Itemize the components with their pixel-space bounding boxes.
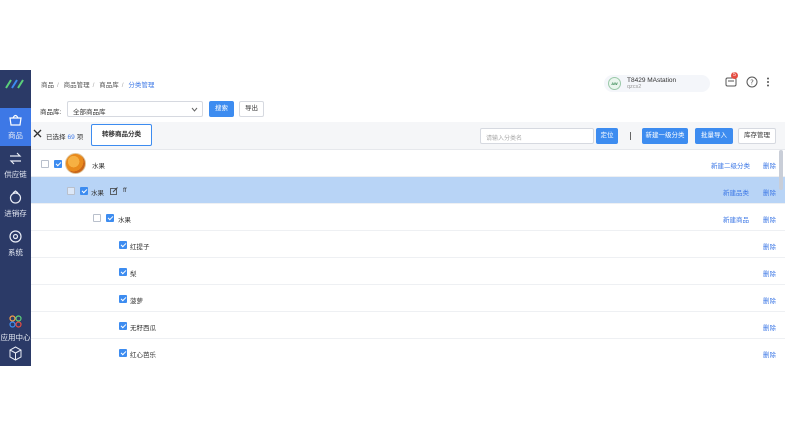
breadcrumb-item[interactable]: 商品管理 <box>64 82 90 89</box>
svg-text:?: ? <box>750 79 754 87</box>
app-center-icon <box>9 315 22 328</box>
edit-icon[interactable] <box>110 187 118 195</box>
inventory-icon <box>9 190 22 204</box>
top-header: 商品 / 商品管理 / 商品库 / 分类管理 AW T8429 MAstation q… <box>31 70 785 96</box>
category-extra: ff <box>123 187 127 194</box>
sidebar-item-label: 供应链 <box>4 170 27 179</box>
new-top-category-button[interactable]: 新建一级分类 <box>642 128 688 144</box>
bulk-action-bar: 已选择 69 项 转移商品分类 请输入分类名 定位 新建一级分类 批量导入 库存管理 <box>31 122 785 150</box>
breadcrumb-item[interactable]: 商品 <box>41 82 54 89</box>
goods-name: 梨 <box>130 271 137 278</box>
delete-link[interactable]: 删除 <box>763 349 776 359</box>
table-row[interactable]: 无籽西瓜 删除 <box>31 312 785 339</box>
category-name: 水果 <box>118 217 131 224</box>
user-sub: qzcs2 <box>627 84 642 90</box>
stock-manage-button[interactable]: 库存管理 <box>738 128 776 144</box>
sidebar-item-label: 进销存 <box>4 209 27 218</box>
batch-import-button[interactable]: 批量导入 <box>695 128 733 144</box>
move-category-button[interactable]: 转移商品分类 <box>91 124 152 146</box>
delete-link[interactable]: 删除 <box>763 268 776 278</box>
sidebar: 商品 供应链 进销存 系统 应用中心 <box>0 70 31 366</box>
category-name: 水果 <box>92 163 105 170</box>
help-icon[interactable]: ? <box>746 76 758 88</box>
locate-button[interactable]: 定位 <box>596 128 618 144</box>
new-category-link[interactable]: 新建品类 <box>723 187 749 197</box>
divider <box>630 132 631 140</box>
table-row[interactable]: 菠萝 删除 <box>31 285 785 312</box>
filter-bar: 商品库: 全部商品库 搜索 导出 <box>31 98 785 120</box>
gear-icon <box>9 230 22 243</box>
supply-chain-icon <box>9 152 22 165</box>
table-row[interactable]: 梨 删除 <box>31 258 785 285</box>
row-checkbox-checked[interactable] <box>119 322 127 330</box>
basket-icon <box>9 114 22 126</box>
sidebar-item-inventory[interactable]: 进销存 <box>0 186 31 224</box>
category-thumbnail <box>65 153 86 174</box>
row-checkbox-checked[interactable] <box>54 160 62 168</box>
goods-name: 无籽西瓜 <box>130 325 156 332</box>
breadcrumb: 商品 / 商品管理 / 商品库 / 分类管理 <box>41 82 155 89</box>
row-checkbox-checked[interactable] <box>80 187 88 195</box>
delete-link[interactable]: 删除 <box>763 187 776 197</box>
more-options-icon[interactable] <box>762 76 774 88</box>
row-checkbox-checked[interactable] <box>119 241 127 249</box>
row-checkbox[interactable] <box>93 214 101 222</box>
library-select[interactable]: 全部商品库 <box>67 101 203 117</box>
close-icon[interactable] <box>33 129 42 138</box>
library-select-value: 全部商品库 <box>73 109 106 116</box>
table-row[interactable]: 水果 新建二级分类 删除 <box>31 150 785 177</box>
breadcrumb-current: 分类管理 <box>128 82 155 89</box>
row-checkbox-checked[interactable] <box>106 214 114 222</box>
user-name: T8429 MAstation <box>627 77 677 84</box>
user-switcher[interactable]: AW T8429 MAstation qzcs2 <box>604 75 710 92</box>
delete-link[interactable]: 删除 <box>763 214 776 224</box>
sidebar-item-goods[interactable]: 商品 <box>0 108 31 146</box>
row-checkbox-checked[interactable] <box>119 268 127 276</box>
search-button[interactable]: 搜索 <box>209 101 234 117</box>
goods-name: 红心芭乐 <box>130 352 156 359</box>
sidebar-item-cube[interactable] <box>0 342 31 366</box>
selected-count: 已选择 69 项 <box>46 134 84 141</box>
row-checkbox-checked[interactable] <box>119 295 127 303</box>
table-row[interactable]: 红心芭乐 删除 <box>31 339 785 366</box>
delete-link[interactable]: 删除 <box>763 322 776 332</box>
app-window: 商品 供应链 进销存 系统 应用中心 商品 / 商品管理 / 商品库 / 分类管… <box>0 70 785 366</box>
row-checkbox-checked[interactable] <box>119 349 127 357</box>
notification-badge: 5 <box>731 72 738 79</box>
goods-name: 菠萝 <box>130 298 143 305</box>
chevron-down-icon <box>191 107 198 112</box>
row-checkbox[interactable] <box>67 187 75 195</box>
sidebar-item-supply-chain[interactable]: 供应链 <box>0 147 31 185</box>
delete-link[interactable]: 删除 <box>763 295 776 305</box>
cube-icon <box>9 346 22 361</box>
library-label: 商品库: <box>40 109 62 116</box>
breadcrumb-item[interactable]: 商品库 <box>99 82 119 89</box>
table-row[interactable]: 水果 新建商品 删除 <box>31 204 785 231</box>
table-row[interactable]: 水果 ff 新建品类 删除 <box>31 177 785 204</box>
new-sub-category-link[interactable]: 新建二级分类 <box>711 160 750 170</box>
table-row[interactable]: 红提子 删除 <box>31 231 785 258</box>
sidebar-item-label: 系统 <box>8 248 23 257</box>
scrollbar[interactable] <box>779 150 783 190</box>
delete-link[interactable]: 删除 <box>763 241 776 251</box>
export-button[interactable]: 导出 <box>239 101 264 117</box>
category-search-input[interactable]: 请输入分类名 <box>480 128 594 144</box>
search-placeholder: 请输入分类名 <box>486 136 523 142</box>
sidebar-item-label: 商品 <box>8 131 23 140</box>
row-checkbox[interactable] <box>41 160 49 168</box>
delete-link[interactable]: 删除 <box>763 160 776 170</box>
sidebar-item-system[interactable]: 系统 <box>0 225 31 263</box>
category-name: 水果 <box>91 190 104 197</box>
new-goods-link[interactable]: 新建商品 <box>723 214 749 224</box>
avatar: AW <box>608 77 621 90</box>
brand-logo-icon <box>5 79 24 89</box>
goods-name: 红提子 <box>130 244 150 251</box>
